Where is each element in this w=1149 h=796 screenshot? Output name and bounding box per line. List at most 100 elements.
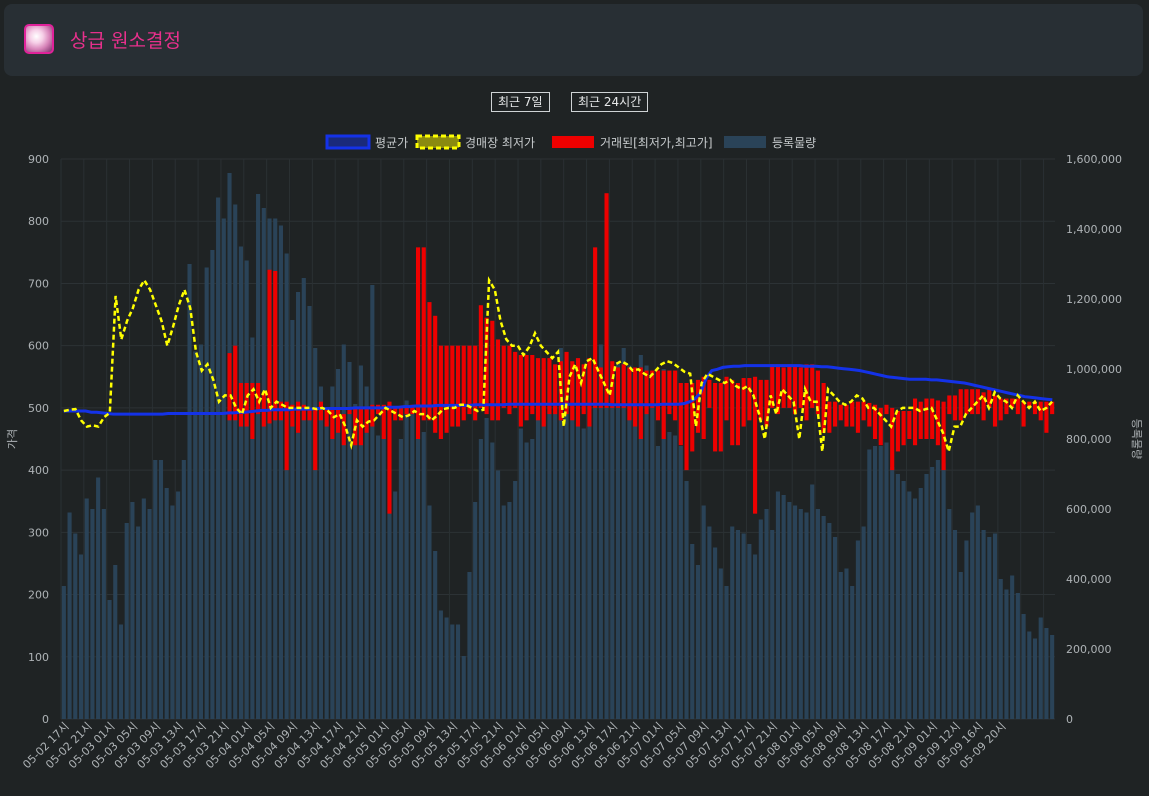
trade-range-bar — [793, 365, 798, 415]
y-right-axis-title: 등록물량 — [1130, 419, 1143, 459]
y-right-tick-label: 600,000 — [1066, 503, 1112, 516]
trade-range-bar — [918, 401, 923, 439]
trade-range-bar — [718, 383, 723, 452]
y-right-tick-label: 200,000 — [1066, 643, 1112, 656]
volume-bar — [284, 253, 289, 719]
volume-bar — [84, 498, 89, 719]
volume-bar — [884, 442, 889, 719]
volume-bar — [393, 491, 398, 719]
volume-bar — [747, 544, 752, 719]
volume-bar — [1015, 593, 1020, 719]
trade-range-bar — [827, 401, 832, 433]
volume-bar — [535, 404, 541, 719]
trade-range-bar — [713, 383, 718, 452]
volume-bar — [1021, 614, 1026, 719]
volume-bar — [810, 484, 815, 719]
volume-bar — [238, 246, 244, 719]
y-left-axis-title: 가격 — [6, 429, 19, 449]
trade-range-bar — [992, 395, 998, 427]
trade-range-bar — [427, 302, 432, 421]
volume-bar — [867, 449, 872, 719]
volume-bar — [244, 260, 249, 719]
volume-bar — [73, 533, 78, 719]
volume-bar — [861, 526, 866, 719]
volume-bar — [164, 488, 169, 719]
trade-range-bar — [855, 401, 860, 433]
volume-bar — [147, 509, 152, 719]
trade-range-bar — [547, 358, 552, 415]
volume-bar — [684, 481, 689, 719]
trade-range-bar — [998, 398, 1003, 421]
volume-bar — [90, 509, 95, 719]
trade-range-bar — [313, 407, 318, 471]
volume-bar — [815, 509, 820, 719]
trade-range-bar — [284, 401, 289, 471]
trade-range-bar — [484, 317, 489, 415]
price-volume-chart: 0 100 200 300 400 500 600 700 800 900 0 200,000 400,… — [6, 134, 1143, 771]
trade-range-bar — [912, 398, 918, 446]
volume-bar — [615, 362, 621, 719]
volume-bar — [764, 509, 769, 719]
trade-range-bar — [952, 395, 958, 421]
volume-bar — [404, 400, 409, 719]
volume-bar — [433, 551, 438, 719]
trade-range-bar — [455, 345, 461, 427]
trade-range-bar — [947, 395, 952, 415]
volume-bar — [78, 554, 84, 719]
volume-bar — [975, 505, 980, 719]
volume-bar — [141, 498, 146, 719]
volume-bar — [781, 495, 786, 719]
y-left-tick-label: 200 — [28, 589, 49, 602]
volume-bar — [690, 544, 695, 719]
volume-bar — [1050, 635, 1055, 719]
volume-bar — [701, 505, 706, 719]
volume-bar — [844, 568, 849, 719]
trade-range-bar — [924, 398, 929, 439]
volume-bar — [753, 554, 758, 719]
trade-range-bar — [690, 383, 695, 452]
legend-label: 거래된[최저가,최고가] — [600, 136, 713, 150]
trade-range-bar — [627, 367, 632, 421]
trade-range-bar — [433, 315, 438, 433]
volume-bar — [415, 421, 421, 719]
volume-bar — [1004, 589, 1009, 719]
y-right-tick-label: 1,600,000 — [1066, 153, 1122, 166]
trade-range-bar — [587, 358, 592, 427]
trade-range-bar — [747, 378, 752, 421]
volume-bar — [970, 512, 975, 719]
trade-range-bar — [444, 345, 449, 433]
volume-bar — [96, 477, 101, 719]
volume-bar — [553, 369, 558, 719]
y-left-tick-label: 0 — [42, 713, 49, 726]
volume-bar — [741, 533, 746, 719]
volume-bar — [198, 344, 204, 719]
volume-bar — [210, 250, 215, 719]
trade-range-bar — [930, 398, 935, 439]
volume-bar — [793, 505, 798, 719]
trade-range-bar — [907, 411, 912, 439]
volume-bar — [604, 355, 609, 719]
volume-bar — [61, 586, 66, 719]
volume-bar — [673, 435, 678, 719]
volume-bar — [101, 509, 106, 719]
volume-bar — [833, 537, 838, 719]
volume-bar — [478, 439, 483, 719]
volume-bar — [347, 362, 352, 719]
y-right-tick-label: 400,000 — [1066, 573, 1112, 586]
trade-range-bar — [678, 383, 683, 446]
volume-bar — [570, 372, 575, 719]
trade-range-bar — [238, 383, 244, 427]
volume-bar — [650, 407, 655, 719]
volume-bar — [170, 505, 175, 719]
volume-bar — [787, 502, 792, 719]
volume-bar — [204, 267, 209, 719]
volume-bar — [421, 432, 426, 719]
volume-bar — [227, 173, 232, 719]
volume-bar — [952, 530, 958, 719]
trade-range-bar — [638, 367, 643, 439]
trade-range-bar — [387, 401, 392, 514]
volume-bar — [438, 610, 443, 719]
volume-bar — [261, 208, 266, 719]
volume-bar — [947, 509, 952, 719]
volume-bar — [667, 432, 672, 719]
